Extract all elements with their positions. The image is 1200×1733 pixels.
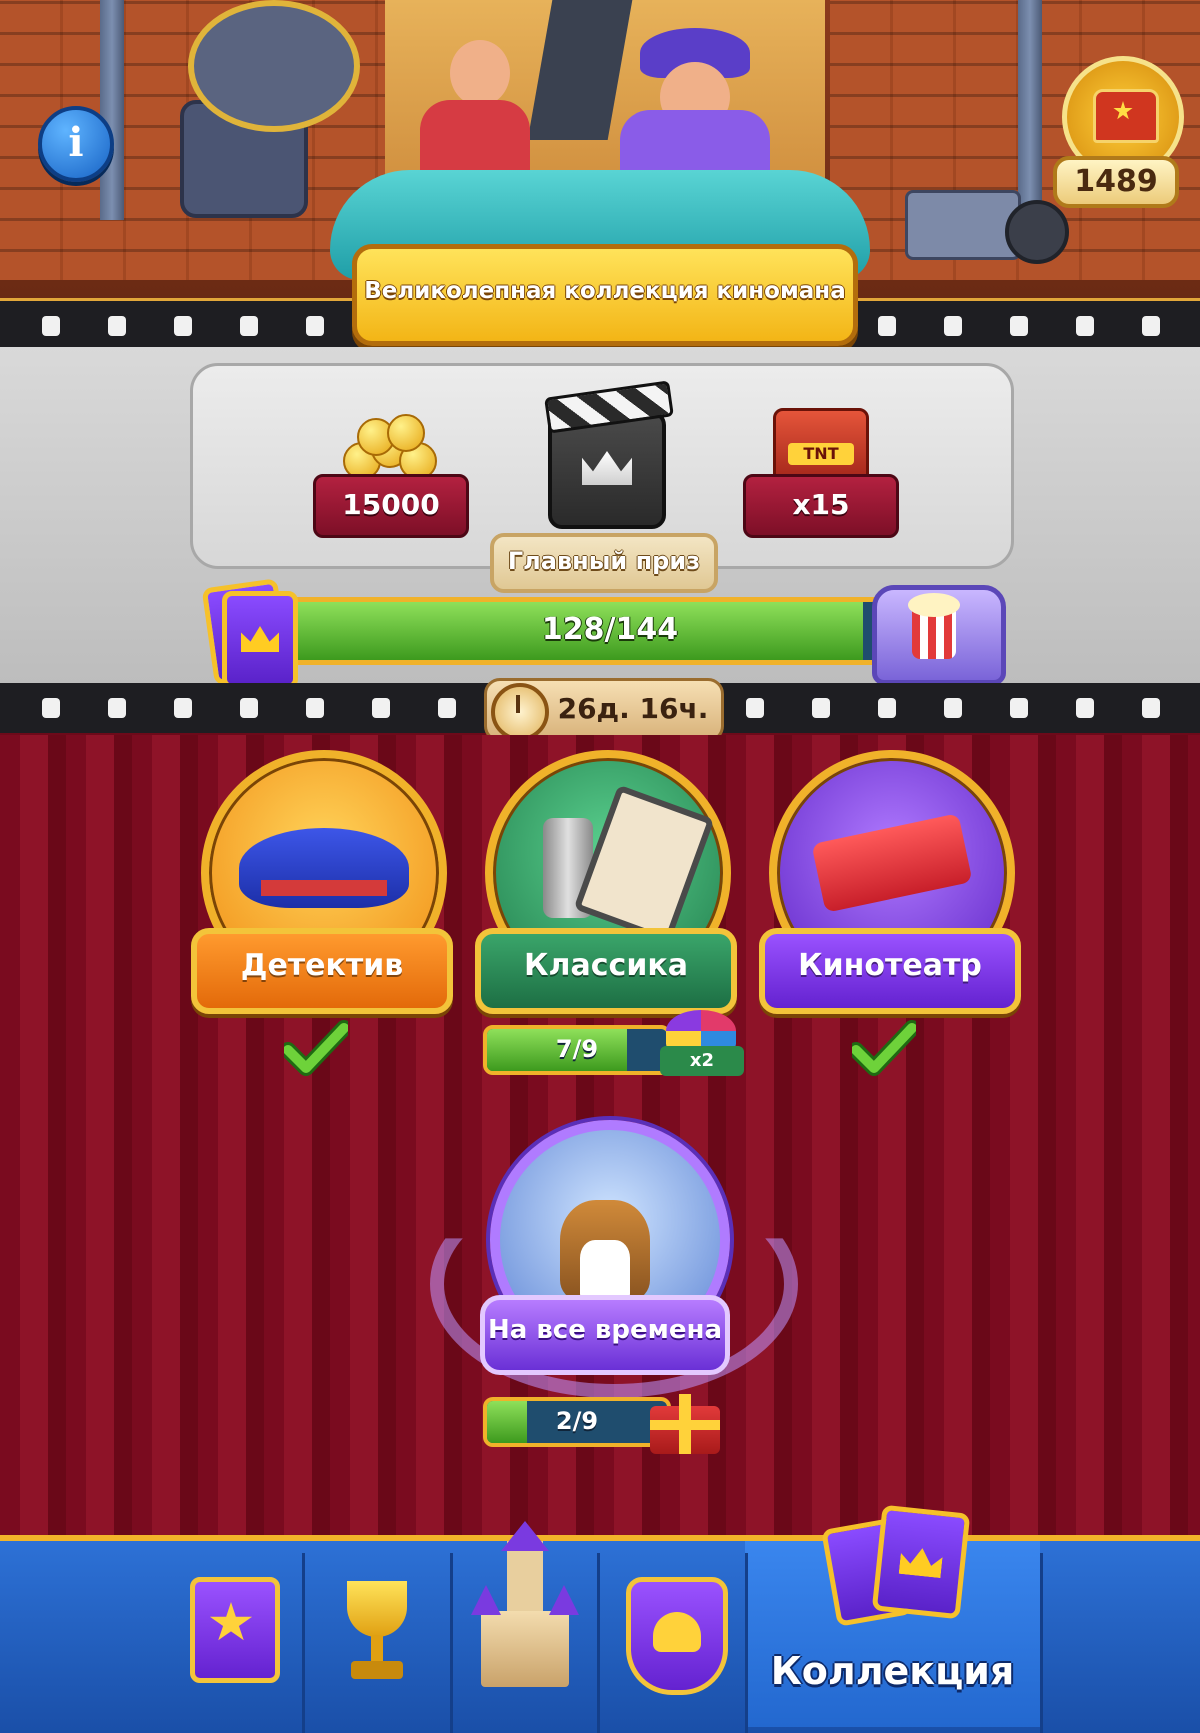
chest-count: 1489: [1053, 156, 1179, 208]
nav-tab-teams[interactable]: [600, 1541, 745, 1727]
nav-tab-collection-label: Коллекция: [770, 1649, 1015, 1693]
category-cinema-label: Кинотеатр: [759, 928, 1021, 1014]
event-timer: 26д. 16ч.: [484, 678, 724, 742]
collection-progress-bar: 128/144: [280, 597, 940, 665]
coins-amount: 15000: [313, 474, 469, 538]
nav-tab-home[interactable]: [453, 1521, 597, 1727]
tnt-booster-icon: TNT: [773, 408, 869, 484]
clapperboard-icon: [544, 380, 674, 529]
category-all-time-progress: 2/9: [483, 1397, 671, 1447]
nav-tab-leaderboard[interactable]: [305, 1541, 450, 1727]
collection-card-icon: [201, 578, 300, 689]
category-cinema[interactable]: Кинотеатр: [759, 750, 1021, 1014]
category-detective[interactable]: Детектив: [191, 750, 453, 1014]
event-title-banner: Великолепная коллекция киномана: [352, 244, 858, 346]
nav-tab-events[interactable]: [160, 1541, 302, 1727]
category-detective-label: Детектив: [191, 928, 453, 1014]
category-all-time[interactable]: На все времена: [420, 1110, 798, 1400]
event-title: Великолепная коллекция киномана: [364, 278, 846, 304]
trophy-icon: [327, 1581, 427, 1691]
team-shield-icon: [626, 1577, 728, 1695]
character-host: [450, 40, 510, 106]
completed-check-icon: [852, 1020, 916, 1076]
category-all-time-progress-text: 2/9: [555, 1407, 599, 1435]
completed-check-icon: [284, 1020, 348, 1076]
castle-icon: [471, 1521, 579, 1691]
jester-reward-amount: x2: [660, 1046, 744, 1076]
grand-prize-section: 15000 TNT x15 Главный приз 128/144: [0, 347, 1200, 689]
coins-reward: 15000: [313, 404, 469, 538]
clock-icon: [491, 683, 549, 741]
jester-hat-reward: x2: [660, 1010, 744, 1076]
progress-text: 128/144: [541, 612, 679, 647]
star-book-icon: [190, 1577, 280, 1683]
category-classic[interactable]: Классика: [475, 750, 737, 1014]
camera-reel-icon: [188, 0, 360, 132]
category-classic-progress-text: 7/9: [555, 1035, 599, 1063]
grand-prize-label: Главный приз: [490, 533, 718, 593]
gift-box-icon: [650, 1388, 720, 1454]
pillar-right: [1018, 0, 1042, 220]
bottom-navigation: Коллекция: [0, 1504, 1200, 1733]
popcorn-chest-icon[interactable]: [864, 573, 1006, 685]
info-button[interactable]: i: [38, 106, 114, 182]
crown-icon: [582, 451, 632, 485]
category-all-time-label: На все времена: [480, 1295, 730, 1375]
cards-icon: [821, 1504, 971, 1639]
category-classic-label: Классика: [475, 928, 737, 1014]
camera-case-icon: [905, 190, 1021, 260]
category-classic-progress: 7/9: [483, 1025, 671, 1075]
tnt-amount: x15: [743, 474, 899, 538]
ticket-icon: [811, 813, 973, 913]
film-reel-prop-icon: [1005, 200, 1069, 264]
character-host-suit: [420, 100, 530, 180]
treasure-chest-badge[interactable]: 1489: [1048, 56, 1188, 208]
tnt-reward: TNT x15: [743, 404, 899, 538]
timer-text: 26д. 16ч.: [557, 692, 709, 725]
hat-icon: [239, 828, 409, 908]
pillar-left: [100, 0, 124, 220]
